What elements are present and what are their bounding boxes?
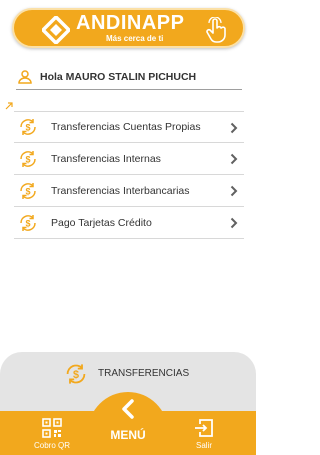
cobro-qr-label: Cobro QR	[33, 441, 70, 450]
menu-item-label: Transferencias Cuentas Propias	[51, 121, 201, 133]
money-exchange-icon: $	[66, 364, 86, 384]
menu-item-label: Transferencias Internas	[51, 152, 161, 165]
exit-label: Salir	[195, 441, 212, 450]
user-greeting: Hola MAURO STALIN PICHUCH	[16, 64, 242, 90]
chevron-left-icon[interactable]	[118, 398, 138, 420]
transfer-menu: $ Transferencias Cuentas Propias $ Trans…	[14, 111, 244, 239]
menu-item-interbank[interactable]: $ Transferencias Interbancarias	[14, 175, 244, 207]
svg-text:$: $	[25, 123, 30, 133]
menu-item-label: Pago Tarjetas Crédito	[51, 216, 152, 229]
resize-arrow-icon	[5, 102, 13, 110]
menu-item-credit-card-payment[interactable]: $ Pago Tarjetas Crédito	[14, 207, 244, 239]
svg-text:$: $	[25, 218, 30, 228]
exit-icon	[195, 419, 213, 437]
svg-text:$: $	[73, 369, 79, 381]
money-exchange-icon: $	[20, 119, 36, 135]
chevron-right-icon	[230, 153, 238, 165]
cobro-qr-button[interactable]: Cobro QR	[28, 418, 76, 454]
money-exchange-icon: $	[20, 214, 36, 231]
greeting-text: Hola MAURO STALIN PICHUCH	[40, 70, 197, 83]
hand-tap-icon	[206, 17, 226, 43]
user-icon	[18, 69, 32, 84]
brand-slogan: Más cerca de ti	[106, 34, 164, 43]
section-title: TRANSFERENCIAS	[98, 368, 190, 379]
chevron-right-icon	[230, 185, 238, 197]
money-exchange-icon: $	[20, 150, 36, 167]
menu-item-label: Transferencias Interbancarias	[51, 184, 190, 197]
qr-code-icon	[42, 418, 62, 438]
app-header: ANDINAPP Más cerca de ti	[12, 8, 245, 48]
brand: ANDINAPP Más cerca de ti	[76, 12, 184, 44]
chevron-right-icon	[230, 122, 238, 134]
menu-item-own-accounts[interactable]: $ Transferencias Cuentas Propias	[14, 111, 244, 143]
andinapp-logo-icon	[42, 16, 70, 44]
svg-text:$: $	[25, 154, 30, 164]
chevron-right-icon	[230, 217, 238, 229]
menu-item-internal[interactable]: $ Transferencias Internas	[14, 143, 244, 175]
exit-button[interactable]: Salir	[180, 418, 228, 454]
svg-text:$: $	[25, 186, 30, 196]
brand-name: ANDINAPP	[76, 12, 185, 34]
money-exchange-icon: $	[20, 182, 36, 199]
